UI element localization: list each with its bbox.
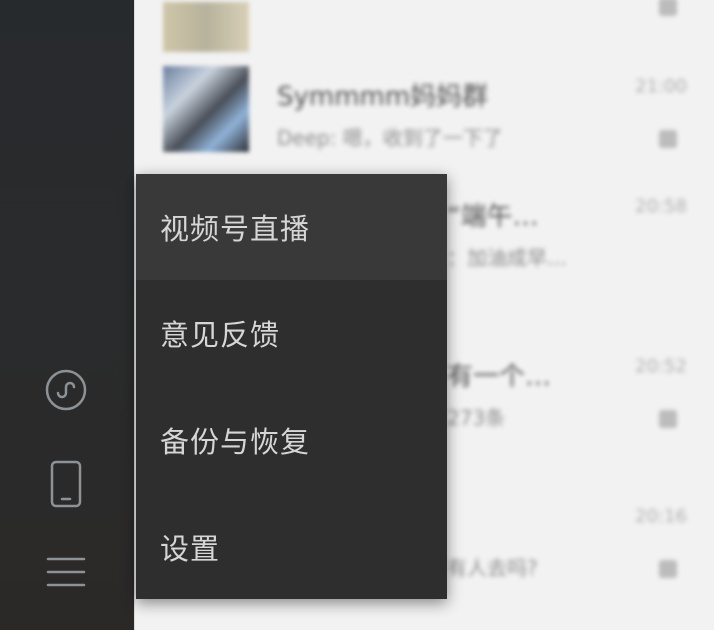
menu-item-label: 意见反馈 (160, 318, 281, 352)
menu-item-channels-live[interactable]: 视频号直播 (136, 174, 447, 280)
chat-name: Symmmm妈妈群 (277, 82, 489, 112)
mini-program-icon[interactable] (40, 364, 92, 416)
chat-time: 20:52 (635, 356, 687, 377)
chat-preview: ：加油成早… (447, 246, 567, 270)
menu-item-label: 视频号直播 (160, 212, 311, 246)
chat-row[interactable] (135, 0, 714, 66)
menu-item-label: 设置 (160, 532, 221, 566)
chat-time: 21:00 (635, 76, 687, 97)
more-menu-popup: 视频号直播 意见反馈 备份与恢复 设置 (136, 174, 447, 599)
chat-avatar (163, 2, 249, 52)
chat-preview: 有人去吗? (447, 556, 538, 580)
mute-icon (659, 0, 677, 16)
chat-time: 20:16 (635, 506, 687, 527)
menu-item-settings[interactable]: 设置 (136, 494, 447, 600)
menu-item-label: 备份与恢复 (160, 425, 311, 459)
chat-name: 有一个… (447, 362, 552, 392)
chat-preview: 273条 (447, 406, 506, 430)
chat-name: “端午… (447, 202, 539, 232)
chat-time: 20:58 (635, 196, 687, 217)
mute-icon (659, 410, 677, 428)
mute-icon (659, 130, 677, 148)
menu-item-feedback[interactable]: 意见反馈 (136, 280, 447, 386)
wechat-window: Symmmm妈妈群 Deep: 嗯，收到了一下了 21:00 “端午… ：加油成… (0, 0, 714, 630)
chat-avatar (163, 66, 249, 152)
menu-icon[interactable] (40, 546, 92, 598)
mute-icon (659, 560, 677, 578)
chat-row[interactable]: Symmmm妈妈群 Deep: 嗯，收到了一下了 21:00 (135, 60, 714, 168)
menu-item-backup-restore[interactable]: 备份与恢复 (136, 387, 447, 493)
left-sidebar (0, 0, 134, 630)
phone-icon[interactable] (40, 458, 92, 510)
chat-preview: Deep: 嗯，收到了一下了 (277, 126, 503, 150)
